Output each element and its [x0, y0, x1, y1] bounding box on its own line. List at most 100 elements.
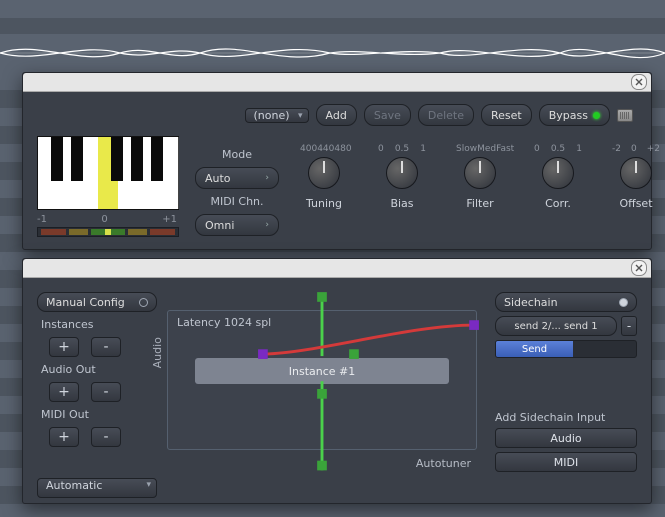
- tick-l: 400: [300, 144, 317, 154]
- toolbar: (none) Add Save Delete Reset Bypass: [23, 92, 651, 132]
- midi-chn-select[interactable]: Omni ›: [195, 214, 279, 236]
- main-row: -1 0 +1 Mode Auto › MIDI Chn. Om: [23, 132, 651, 245]
- send-level[interactable]: Send: [495, 340, 637, 358]
- tick-r: +2: [647, 144, 660, 154]
- tick-l: -2: [612, 144, 621, 154]
- tick-c: 0.5: [384, 144, 421, 154]
- audioout-plus[interactable]: +: [49, 382, 79, 402]
- delete-button[interactable]: Delete: [418, 104, 474, 126]
- knob-label: Tuning: [306, 197, 342, 210]
- send-level-fill: Send: [496, 341, 573, 357]
- close-icon: [635, 78, 643, 86]
- port-sc-right: [469, 320, 479, 330]
- knob-filter: SlowMedFast Filter: [453, 144, 507, 210]
- btn-label: MIDI: [554, 456, 578, 469]
- sidechain-label: Sidechain: [504, 296, 558, 309]
- sidechain-toggle[interactable]: Sidechain: [495, 292, 637, 312]
- scale-mid: 0: [101, 214, 107, 225]
- preset-select-wrap[interactable]: (none): [245, 109, 309, 122]
- scale-max: +1: [162, 214, 177, 225]
- add-sidechain-audio[interactable]: Audio: [495, 428, 637, 448]
- knob-corr: 00.51 Corr.: [531, 144, 585, 210]
- waveform-region: [0, 34, 665, 72]
- midi-out-label: MIDI Out: [37, 408, 157, 421]
- chevron-right-icon: ›: [265, 173, 269, 183]
- save-button[interactable]: Save: [364, 104, 411, 126]
- close-button-top[interactable]: [631, 74, 647, 90]
- knob-label: Offset: [619, 197, 652, 210]
- radio-dot-icon: [139, 298, 148, 307]
- midi-chn-label: MIDI Chn.: [195, 195, 279, 208]
- footer-row: Automatic: [23, 478, 651, 506]
- keyboard-widget[interactable]: [37, 136, 179, 210]
- mode-column: Mode Auto › MIDI Chn. Omni ›: [195, 136, 279, 236]
- instances-minus[interactable]: -: [91, 337, 121, 357]
- close-button-bottom[interactable]: [631, 260, 647, 276]
- left-column: Manual Config Instances +- Audio Out +- …: [37, 292, 157, 472]
- scale-min: -1: [37, 214, 47, 225]
- knob-offset: -20+2 Offset: [609, 144, 663, 210]
- port-top: [317, 292, 327, 302]
- add-sidechain-label: Add Sidechain Input: [495, 411, 637, 424]
- knob-dial[interactable]: [542, 157, 574, 189]
- audioout-minus[interactable]: -: [91, 382, 121, 402]
- tick-c: 440: [317, 144, 334, 154]
- mode-value: Auto: [205, 172, 231, 185]
- mode-select[interactable]: Auto ›: [195, 167, 279, 189]
- add-button[interactable]: Add: [316, 104, 357, 126]
- knob-label: Corr.: [545, 197, 571, 210]
- close-icon: [635, 264, 643, 272]
- instances-plus[interactable]: +: [49, 337, 79, 357]
- keyboard-icon[interactable]: [617, 109, 633, 122]
- knob-label: Filter: [466, 197, 493, 210]
- routing-canvas[interactable]: Audio Latency 1024 spl Instance #1 Autot…: [167, 296, 477, 472]
- reset-button[interactable]: Reset: [481, 104, 532, 126]
- axis-label-audio: Audio: [151, 337, 164, 368]
- radio-dot-icon: [619, 298, 628, 307]
- btn-label: Audio: [550, 432, 581, 445]
- knob-label: Bias: [390, 197, 413, 210]
- automatic-select-wrap[interactable]: Automatic: [37, 478, 157, 498]
- tick-c: 0: [621, 144, 647, 154]
- sidechain-source: send 2/... send 1: [514, 321, 597, 332]
- knob-row: 400440480 Tuning 00.51 Bias SlowMedFast …: [297, 136, 663, 210]
- bypass-label: Bypass: [549, 109, 588, 122]
- tick-r: Fast: [496, 144, 514, 154]
- bypass-button[interactable]: Bypass: [539, 104, 610, 126]
- port-bottom: [317, 461, 327, 471]
- routing-wires: [167, 296, 477, 470]
- keyboard-scale: -1 0 +1: [37, 214, 177, 225]
- pitch-meter: [37, 227, 179, 237]
- instances-label: Instances: [37, 318, 157, 331]
- add-sidechain-midi[interactable]: MIDI: [495, 452, 637, 472]
- knob-bias: 00.51 Bias: [375, 144, 429, 210]
- sidechain-source-select[interactable]: send 2/... send 1: [495, 316, 617, 336]
- manual-config-toggle[interactable]: Manual Config: [37, 292, 157, 312]
- plugin-panel-autotuner: (none) Add Save Delete Reset Bypass -1 0…: [22, 72, 652, 250]
- send-text: Send: [522, 344, 547, 355]
- tick-c: Med: [477, 144, 496, 154]
- manual-config-label: Manual Config: [46, 296, 125, 309]
- knob-dial[interactable]: [308, 157, 340, 189]
- sidechain-remove[interactable]: -: [621, 316, 637, 336]
- automatic-select[interactable]: Automatic: [37, 478, 157, 498]
- tick-r: 1: [576, 144, 582, 154]
- knob-dial[interactable]: [464, 157, 496, 189]
- keyboard-block: -1 0 +1: [37, 136, 177, 237]
- bypass-led-icon: [593, 112, 600, 119]
- titlebar-top: [23, 73, 651, 92]
- midiout-minus[interactable]: -: [91, 427, 121, 447]
- port-sc-left: [258, 349, 268, 359]
- port-extra: [349, 349, 359, 359]
- config-body: Manual Config Instances +- Audio Out +- …: [23, 278, 651, 478]
- midiout-plus[interactable]: +: [49, 427, 79, 447]
- knob-tuning: 400440480 Tuning: [297, 144, 351, 210]
- knob-dial[interactable]: [386, 157, 418, 189]
- chevron-right-icon: ›: [265, 220, 269, 230]
- tick-r: 480: [334, 144, 351, 154]
- preset-select[interactable]: (none): [245, 108, 309, 123]
- knob-dial[interactable]: [620, 157, 652, 189]
- mode-label: Mode: [195, 148, 279, 161]
- tick-l: Slow: [456, 144, 477, 154]
- tick-r: 1: [420, 144, 426, 154]
